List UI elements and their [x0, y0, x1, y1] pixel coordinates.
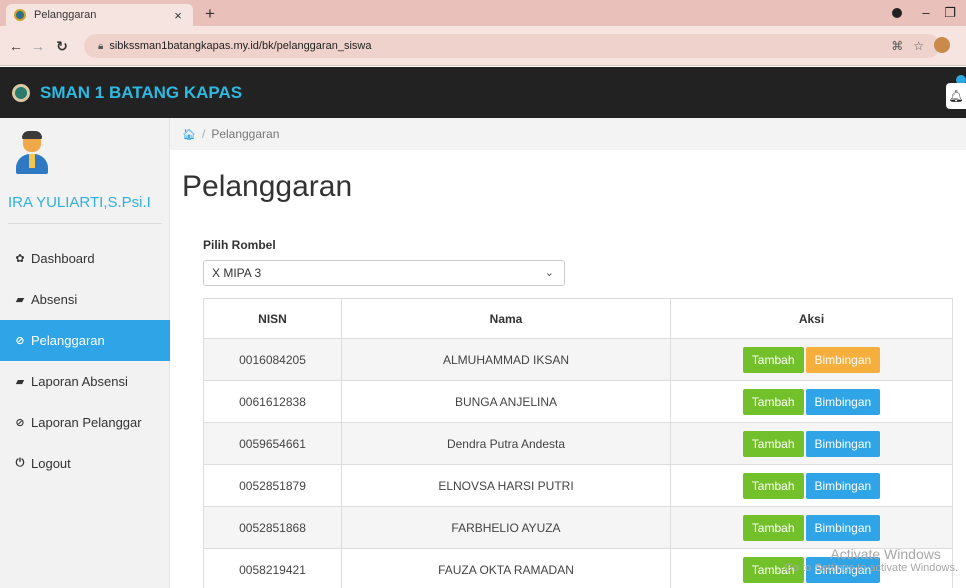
user-avatar-icon	[14, 131, 50, 174]
sidebar-item-label: Logout	[31, 456, 71, 471]
ban-icon: ⊘	[15, 417, 25, 429]
cell-nama: FARBHELIO AYUZA	[341, 506, 671, 549]
reload-icon[interactable]: ↻	[54, 38, 70, 54]
rombel-label: Pilih Rombel	[203, 238, 276, 252]
table-row: 0061612838 BUNGA ANJELINA Tambah Bimbingan	[203, 380, 953, 423]
home-icon[interactable]: 🏠︎	[182, 128, 196, 141]
sidebar-item-label: Dashboard	[31, 251, 95, 266]
table-row: 0052851868 FARBHELIO AYUZA Tambah Bimbingan	[203, 506, 953, 549]
book-icon: ▰	[15, 376, 25, 388]
url-text: sibkssman1batangkapas.my.id/bk/pelanggar…	[109, 40, 372, 52]
new-tab-button[interactable]: +	[200, 4, 220, 24]
watermark-subtitle: Go to Settings to activate Windows.	[784, 562, 958, 574]
chevron-down-icon: ⌄	[544, 267, 554, 279]
tab-close-icon[interactable]: ×	[171, 8, 185, 23]
brand-title[interactable]: SMAN 1 BATANG KAPAS	[40, 83, 242, 103]
header-nisn: NISN	[203, 298, 342, 339]
cell-aksi: Tambah Bimbingan	[670, 338, 953, 381]
sidebar-item-label: Laporan Absensi	[31, 374, 128, 389]
cell-nisn: 0061612838	[203, 380, 342, 423]
table-row: 0052851879 ELNOVSA HARSI PUTRI Tambah Bimbi…	[203, 464, 953, 507]
header-nama: Nama	[341, 298, 671, 339]
ban-icon: ⊘	[15, 335, 25, 347]
tambah-button[interactable]: Tambah	[742, 472, 804, 499]
cell-nama: BUNGA ANJELINA	[341, 380, 671, 423]
rombel-select[interactable]: X MIPA 3 ⌄	[203, 260, 565, 286]
omnibox-actions: ⌘ ☆	[891, 37, 950, 53]
table-header-row: NISN Nama Aksi	[203, 298, 953, 339]
site-favicon-icon	[14, 9, 26, 21]
breadcrumb-separator: /	[201, 127, 206, 141]
book-icon: ▰	[15, 294, 25, 306]
restore-icon[interactable]: ❐	[941, 5, 959, 21]
sidebar-item-label: Pelanggaran	[31, 333, 105, 348]
cell-aksi: Tambah Bimbingan	[670, 506, 953, 549]
cell-nisn: 0052851868	[203, 506, 342, 549]
cell-aksi: Tambah Bimbingan	[670, 422, 953, 465]
cell-aksi: Tambah Bimbingan	[670, 464, 953, 507]
students-table: NISN Nama Aksi 0016084205 ALMUHAMMAD IKSA…	[203, 298, 953, 588]
sidebar: IRA YULIARTI,S.Psi.I ✿ Dashboard ▰ Absensi ⊘…	[0, 118, 170, 588]
cell-nisn: 0059654661	[203, 422, 342, 465]
tambah-button[interactable]: Tambah	[742, 346, 804, 373]
address-bar[interactable]: 🔒︎ sibkssman1batangkapas.my.id/bk/pelang…	[84, 34, 940, 58]
bell-icon[interactable]: 🔔︎	[946, 83, 966, 109]
sidebar-item-pelanggaran[interactable]: ⊘ Pelanggaran	[0, 320, 170, 361]
bimbingan-button[interactable]: Bimbingan	[805, 346, 881, 373]
header-aksi: Aksi	[670, 298, 953, 339]
rombel-selected-value: X MIPA 3	[212, 266, 262, 280]
lock-icon: 🔒︎	[98, 40, 104, 52]
tambah-button[interactable]: Tambah	[742, 514, 804, 541]
bimbingan-button[interactable]: Bimbingan	[805, 514, 881, 541]
bimbingan-button[interactable]: Bimbingan	[805, 472, 881, 499]
tambah-button[interactable]: Tambah	[742, 388, 804, 415]
watermark-title: Activate Windows	[830, 546, 941, 562]
browser-toolbar: ← → ↻ 🔒︎ sibkssman1batangkapas.my.id/bk/…	[0, 26, 966, 66]
cell-nama: Dendra Putra Andesta	[341, 422, 671, 465]
power-icon: ⏻	[15, 457, 25, 469]
table-row: 0059654661 Dendra Putra Andesta Tambah Bimb…	[203, 422, 953, 465]
sidebar-item-logout[interactable]: ⏻ Logout	[0, 443, 170, 484]
minimize-icon[interactable]: –	[917, 5, 935, 21]
breadcrumb: 🏠︎ / Pelanggaran	[170, 118, 966, 150]
tab-title: Pelanggaran	[34, 9, 97, 21]
cell-nisn: 0052851879	[203, 464, 342, 507]
sidebar-item-label: Absensi	[31, 292, 78, 307]
sidebar-menu: ✿ Dashboard ▰ Absensi ⊘ Pelanggaran ▰ Laporan A…	[0, 238, 170, 484]
browser-tab-bar: Pelanggaran × + – ❐	[0, 0, 966, 26]
star-icon[interactable]: ☆	[913, 39, 924, 53]
cell-nama: ELNOVSA HARSI PUTRI	[341, 464, 671, 507]
page-title: Pelanggaran	[182, 170, 353, 203]
bimbingan-button[interactable]: Bimbingan	[805, 388, 881, 415]
app-header: SMAN 1 BATANG KAPAS 🔔︎	[0, 67, 966, 118]
user-name: IRA YULIARTI,S.Psi.I	[8, 194, 151, 211]
sidebar-item-laporan-pelanggar[interactable]: ⊘ Laporan Pelanggar	[0, 402, 170, 443]
sidebar-item-label: Laporan Pelanggar	[31, 415, 142, 430]
sidebar-item-laporan-absensi[interactable]: ▰ Laporan Absensi	[0, 361, 170, 402]
cell-nisn: 0058219421	[203, 548, 342, 588]
back-arrow-icon[interactable]: ←	[8, 38, 24, 54]
translate-icon[interactable]: ⌘	[891, 39, 903, 53]
forward-arrow-icon[interactable]: →	[30, 38, 46, 54]
cell-nama: ALMUHAMMAD IKSAN	[341, 338, 671, 381]
browser-tab[interactable]: Pelanggaran ×	[6, 4, 193, 26]
cell-aksi: Tambah Bimbingan	[670, 380, 953, 423]
main-content: 🏠︎ / Pelanggaran Pelanggaran Pilih Rombe…	[170, 118, 966, 588]
dashboard-icon: ✿	[15, 253, 25, 265]
sidebar-item-dashboard[interactable]: ✿ Dashboard	[0, 238, 170, 279]
school-logo-icon	[12, 83, 30, 102]
bimbingan-button[interactable]: Bimbingan	[805, 430, 881, 457]
sidebar-item-absensi[interactable]: ▰ Absensi	[0, 279, 170, 320]
profile-avatar-icon[interactable]	[934, 37, 950, 53]
windows-activation-watermark: Activate Windows Go to Settings to activ…	[784, 546, 958, 574]
sidebar-divider	[8, 223, 162, 224]
profile-dot-icon[interactable]	[888, 5, 906, 21]
cell-nama: FAUZA OKTA RAMADAN	[341, 548, 671, 588]
cell-nisn: 0016084205	[203, 338, 342, 381]
tambah-button[interactable]: Tambah	[742, 430, 804, 457]
breadcrumb-current: Pelanggaran	[211, 127, 280, 141]
table-row: 0016084205 ALMUHAMMAD IKSAN Tambah Bimbinga…	[203, 338, 953, 381]
